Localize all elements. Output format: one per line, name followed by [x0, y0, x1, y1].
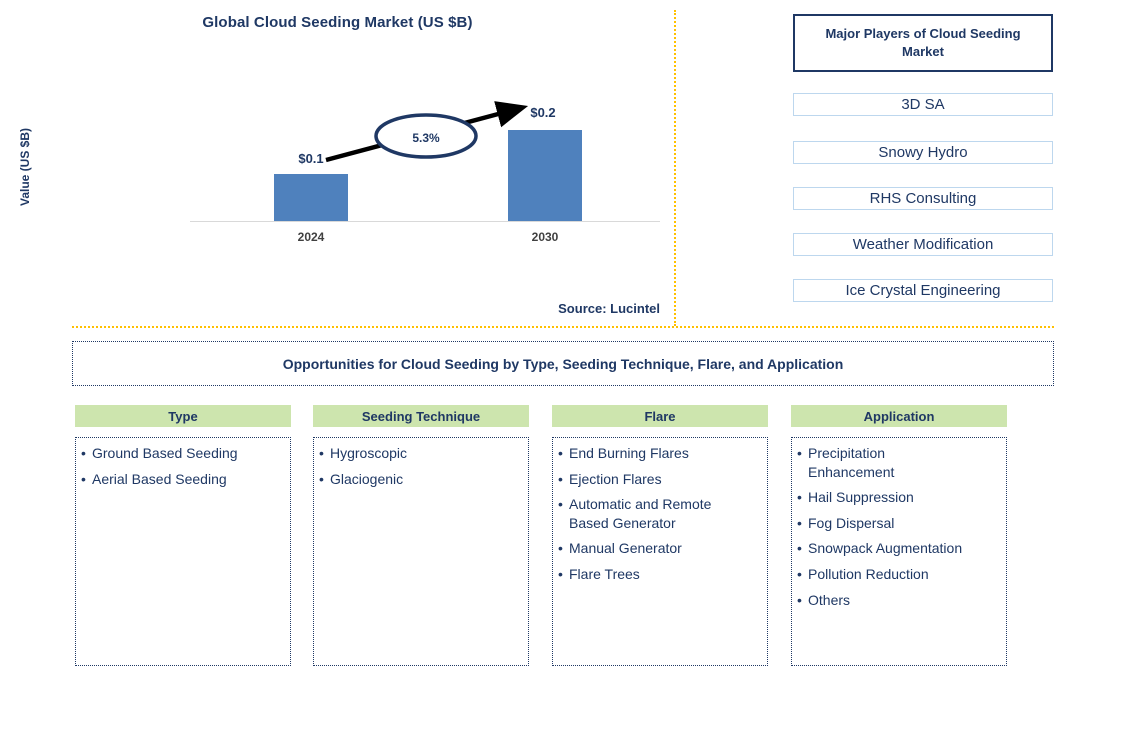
list-item: Flare Trees	[558, 565, 763, 584]
player-item-1: Snowy Hydro	[793, 141, 1053, 164]
list-item: Hail Suppression	[797, 488, 1002, 507]
list-item: Aerial Based Seeding	[81, 470, 286, 489]
player-item-3: Weather Modification	[793, 233, 1053, 256]
source-label: Source: Lucintel	[558, 301, 660, 316]
column-body-seeding-technique: Hygroscopic Glaciogenic	[313, 437, 529, 666]
column-header-seeding-technique: Seeding Technique	[313, 405, 529, 427]
list-item: Fog Dispersal	[797, 514, 1002, 533]
column-body-type: Ground Based Seeding Aerial Based Seeding	[75, 437, 291, 666]
vertical-divider	[674, 10, 676, 326]
column-header-flare: Flare	[552, 405, 768, 427]
list-item: Snowpack Augmentation	[797, 539, 1002, 558]
x-tick-label-2030: 2030	[531, 230, 559, 244]
column-header-type: Type	[75, 405, 291, 427]
list-item: Automatic and Remote Based Generator	[558, 495, 763, 532]
player-item-4: Ice Crystal Engineering	[793, 279, 1053, 302]
column-list-flare: End Burning Flares Ejection Flares Automat…	[558, 444, 763, 584]
cagr-value-label: 5.3%	[412, 131, 440, 145]
major-players-header: Major Players of Cloud Seeding Market	[793, 14, 1053, 72]
column-list-seeding-technique: Hygroscopic Glaciogenic	[319, 444, 524, 488]
list-item: Others	[797, 591, 1002, 610]
chart-title: Global Cloud Seeding Market (US $B)	[202, 14, 473, 31]
list-item: Ground Based Seeding	[81, 444, 286, 463]
list-item: Precipitation Enhancement	[797, 444, 1002, 481]
list-item: End Burning Flares	[558, 444, 763, 463]
column-list-application: Precipitation Enhancement Hail Suppressio…	[797, 444, 1002, 609]
column-list-type: Ground Based Seeding Aerial Based Seeding	[81, 444, 286, 488]
player-item-2: RHS Consulting	[793, 187, 1053, 210]
x-tick-label-2024: 2024	[297, 230, 325, 244]
list-item: Manual Generator	[558, 539, 763, 558]
bar-2024	[274, 174, 348, 221]
player-item-0: 3D SA	[793, 93, 1053, 116]
y-axis-label: Value (US $B)	[18, 127, 32, 207]
column-body-flare: End Burning Flares Ejection Flares Automat…	[552, 437, 768, 666]
list-item: Glaciogenic	[319, 470, 524, 489]
list-item: Hygroscopic	[319, 444, 524, 463]
list-item: Ejection Flares	[558, 470, 763, 489]
column-body-application: Precipitation Enhancement Hail Suppressio…	[791, 437, 1007, 666]
chart-x-axis-line	[190, 221, 660, 222]
column-header-application: Application	[791, 405, 1007, 427]
opportunities-banner: Opportunities for Cloud Seeding by Type,…	[72, 341, 1054, 386]
horizontal-divider	[72, 326, 1054, 328]
list-item: Pollution Reduction	[797, 565, 1002, 584]
